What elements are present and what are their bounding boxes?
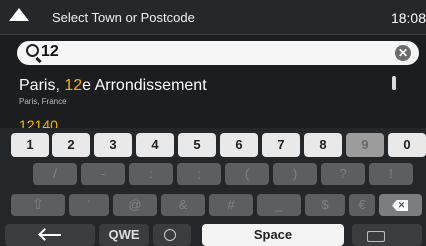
key-2[interactable]: 2 <box>52 133 90 157</box>
result-prefix: Paris, <box>19 77 65 94</box>
search-icon <box>26 44 39 57</box>
key-at[interactable]: @ <box>113 194 157 216</box>
key-apostrophe[interactable]: ' <box>69 194 109 216</box>
key-0[interactable]: 0 <box>388 133 426 157</box>
up-arrow-icon[interactable] <box>9 8 29 21</box>
result-title: Paris, 12e Arrondissement <box>19 77 207 95</box>
key-slash[interactable]: / <box>33 163 77 185</box>
clear-icon[interactable]: ✕ <box>395 45 411 61</box>
hide-keyboard-button[interactable] <box>352 224 422 246</box>
result-match: 12 <box>64 77 83 94</box>
key-open-paren[interactable]: ( <box>225 163 269 185</box>
back-button[interactable] <box>5 224 95 246</box>
key-4[interactable]: 4 <box>136 133 174 157</box>
result-suffix: e Arrondissement <box>82 77 207 94</box>
key-question[interactable]: ? <box>321 163 365 185</box>
key-euro[interactable]: € <box>349 194 375 216</box>
key-6[interactable]: 6 <box>220 133 258 157</box>
key-7[interactable]: 7 <box>262 133 300 157</box>
key-1[interactable]: 1 <box>11 133 49 157</box>
space-key[interactable]: Space <box>202 224 344 246</box>
key-semicolon[interactable]: ; <box>177 163 221 185</box>
key-9[interactable]: 9 <box>346 133 384 157</box>
key-ampersand[interactable]: & <box>161 194 205 216</box>
page-title: Select Town or Postcode <box>52 10 195 25</box>
hide-keyboard-icon <box>367 231 385 242</box>
backspace-key[interactable]: ✕ <box>379 194 422 216</box>
backspace-icon: ✕ <box>392 200 408 211</box>
clock: 18:08 <box>390 10 426 26</box>
search-text: 12 <box>41 43 59 60</box>
key-8[interactable]: 8 <box>304 133 342 157</box>
language-button[interactable] <box>153 224 191 246</box>
keyboard: 1 2 3 4 5 6 7 8 9 0 / - : ; ( ) ? ! ⇧ ' … <box>0 128 426 246</box>
key-5[interactable]: 5 <box>178 133 216 157</box>
key-hash[interactable]: # <box>209 194 253 216</box>
scrollbar[interactable] <box>392 76 396 90</box>
key-hyphen[interactable]: - <box>81 163 125 185</box>
key-underscore[interactable]: _ <box>257 194 301 216</box>
list-item[interactable]: 12140 <box>19 118 58 128</box>
key-colon[interactable]: : <box>129 163 173 185</box>
key-3[interactable]: 3 <box>94 133 132 157</box>
search-input[interactable]: 12 ✕ <box>17 41 419 65</box>
list-item[interactable]: Paris, 12e Arrondissement Paris, France <box>0 70 426 116</box>
key-close-paren[interactable]: ) <box>273 163 317 185</box>
key-dollar[interactable]: $ <box>305 194 345 216</box>
shift-icon[interactable]: ⇧ <box>11 194 65 216</box>
layout-switch-button[interactable]: QWE <box>99 224 149 246</box>
key-exclamation[interactable]: ! <box>369 163 413 185</box>
result-subtitle: Paris, France <box>19 97 67 106</box>
globe-icon <box>164 229 176 241</box>
top-bar: Select Town or Postcode 18:08 <box>0 0 426 35</box>
back-arrow-icon <box>41 234 61 236</box>
